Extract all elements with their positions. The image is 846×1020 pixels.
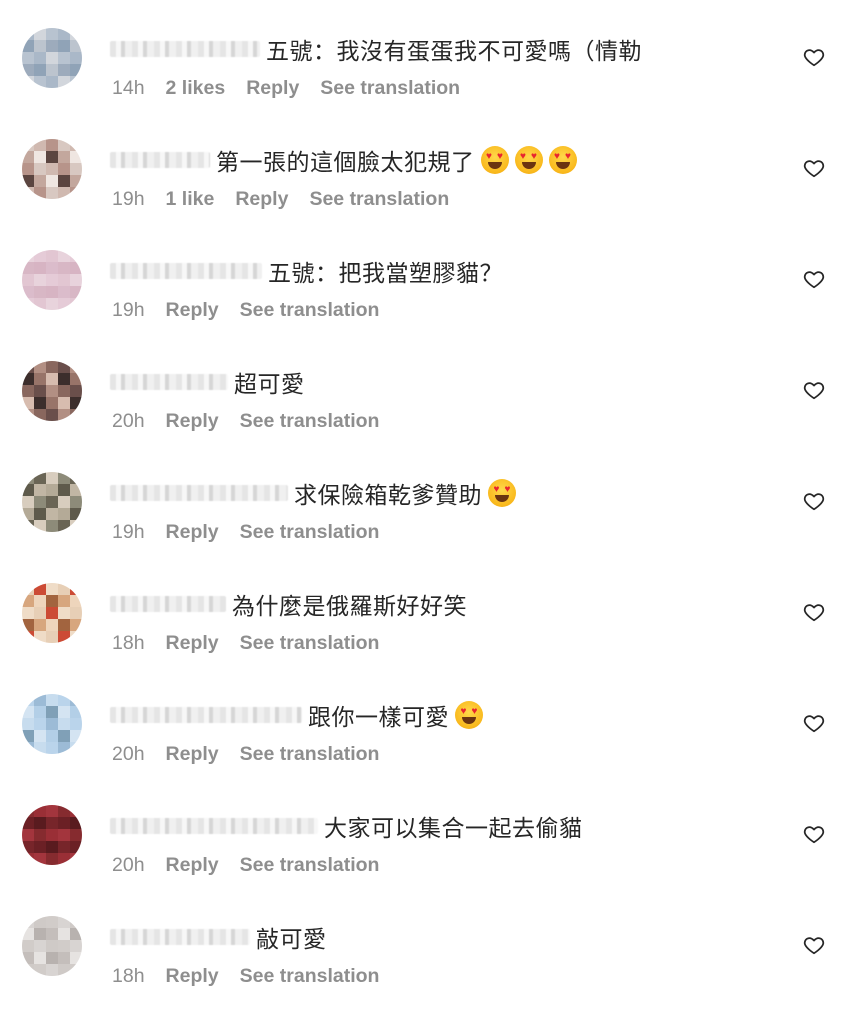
comment-text: 五號：把我當塑膠貓？ bbox=[268, 260, 503, 286]
comment-text: 跟你一樣可愛 bbox=[308, 704, 449, 730]
comment-item: 敲可愛 18h Reply See translation bbox=[0, 888, 846, 999]
heart-outline-icon[interactable] bbox=[803, 379, 825, 401]
comment-meta: 19h Reply See translation bbox=[112, 521, 379, 544]
comment-item: 第一張的這個臉太犯規了 ♥ ♥ ♥ ♥ ♥ ♥ 19h 1 like Reply See trans… bbox=[0, 111, 846, 222]
timestamp: 20h bbox=[112, 410, 145, 432]
comment-text: 大家可以集合一起去偷貓 bbox=[324, 815, 583, 841]
reply-button[interactable]: Reply bbox=[246, 77, 299, 100]
reply-button[interactable]: Reply bbox=[166, 854, 219, 877]
heart-outline-icon[interactable] bbox=[803, 490, 825, 512]
comment-item: 求保險箱乾爹贊助 ♥ ♥ 19h Reply See translation bbox=[0, 444, 846, 555]
see-translation-button[interactable]: See translation bbox=[320, 77, 460, 100]
likes-count-link[interactable]: 1 like bbox=[166, 188, 215, 211]
comment-body: 跟你一樣可愛 ♥ ♥ bbox=[110, 700, 483, 730]
heart-eyes-emoji-icon: ♥ ♥ bbox=[480, 146, 509, 174]
comment-item: 大家可以集合一起去偷貓 20h Reply See translation bbox=[0, 777, 846, 888]
see-translation-button[interactable]: See translation bbox=[240, 965, 380, 988]
avatar[interactable] bbox=[22, 583, 82, 643]
reply-button[interactable]: Reply bbox=[235, 188, 288, 211]
see-translation-button[interactable]: See translation bbox=[240, 854, 380, 877]
avatar[interactable] bbox=[22, 916, 82, 976]
heart-outline-icon[interactable] bbox=[803, 712, 825, 734]
timestamp: 18h bbox=[112, 632, 145, 654]
avatar[interactable] bbox=[22, 472, 82, 532]
heart-outline-icon[interactable] bbox=[803, 157, 825, 179]
comment-body: 為什麼是俄羅斯好好笑 bbox=[110, 589, 467, 619]
timestamp: 19h bbox=[112, 188, 145, 210]
heart-outline-icon[interactable] bbox=[803, 268, 825, 290]
comment-meta: 18h Reply See translation bbox=[112, 632, 379, 655]
likes-count-link[interactable]: 2 likes bbox=[166, 77, 226, 100]
see-translation-button[interactable]: See translation bbox=[240, 299, 380, 322]
comment-meta: 19h 1 like Reply See translation bbox=[112, 188, 449, 211]
heart-outline-icon[interactable] bbox=[803, 46, 825, 68]
reply-button[interactable]: Reply bbox=[166, 965, 219, 988]
heart-eyes-emoji-icon: ♥ ♥ bbox=[514, 146, 543, 174]
comment-body: 五號：把我當塑膠貓？ bbox=[110, 256, 503, 286]
comment-meta: 18h Reply See translation bbox=[112, 965, 379, 988]
avatar[interactable] bbox=[22, 250, 82, 310]
see-translation-button[interactable]: See translation bbox=[240, 521, 380, 544]
comment-meta: 20h Reply See translation bbox=[112, 743, 379, 766]
comment-text: 超可愛 bbox=[234, 371, 305, 397]
comment-item: 為什麼是俄羅斯好好笑 18h Reply See translation bbox=[0, 555, 846, 666]
comment-meta: 20h Reply See translation bbox=[112, 410, 379, 433]
username-redacted[interactable] bbox=[110, 929, 250, 945]
reply-button[interactable]: Reply bbox=[166, 521, 219, 544]
comment-body: 五號：我沒有蛋蛋我不可愛嗎（情勒 bbox=[110, 34, 642, 64]
comment-text: 求保險箱乾爹贊助 bbox=[294, 482, 482, 508]
comment-item: 五號：我沒有蛋蛋我不可愛嗎（情勒 14h 2 likes Reply See trans… bbox=[0, 0, 846, 111]
username-redacted[interactable] bbox=[110, 818, 318, 834]
comment-text: 敲可愛 bbox=[256, 926, 327, 952]
comment-body: 求保險箱乾爹贊助 ♥ ♥ bbox=[110, 478, 516, 508]
username-redacted[interactable] bbox=[110, 374, 228, 390]
username-redacted[interactable] bbox=[110, 485, 288, 501]
reply-button[interactable]: Reply bbox=[166, 632, 219, 655]
comment-body: 大家可以集合一起去偷貓 bbox=[110, 811, 583, 841]
timestamp: 18h bbox=[112, 965, 145, 987]
reply-button[interactable]: Reply bbox=[166, 743, 219, 766]
comment-meta: 20h Reply See translation bbox=[112, 854, 379, 877]
heart-outline-icon[interactable] bbox=[803, 934, 825, 956]
comment-item: 五號：把我當塑膠貓？ 19h Reply See translation bbox=[0, 222, 846, 333]
heart-outline-icon[interactable] bbox=[803, 601, 825, 623]
see-translation-button[interactable]: See translation bbox=[240, 632, 380, 655]
comment-text: 第一張的這個臉太犯規了 bbox=[216, 149, 475, 175]
see-translation-button[interactable]: See translation bbox=[240, 743, 380, 766]
timestamp: 14h bbox=[112, 77, 145, 99]
username-redacted[interactable] bbox=[110, 41, 260, 57]
comment-text: 五號：我沒有蛋蛋我不可愛嗎（情勒 bbox=[266, 38, 642, 64]
see-translation-button[interactable]: See translation bbox=[240, 410, 380, 433]
username-redacted[interactable] bbox=[110, 263, 262, 279]
avatar[interactable] bbox=[22, 361, 82, 421]
comment-body: 超可愛 bbox=[110, 367, 305, 397]
comment-meta: 19h Reply See translation bbox=[112, 299, 379, 322]
avatar[interactable] bbox=[22, 139, 82, 199]
reply-button[interactable]: Reply bbox=[166, 299, 219, 322]
heart-eyes-emoji-icon: ♥ ♥ bbox=[548, 146, 577, 174]
comment-body: 敲可愛 bbox=[110, 922, 327, 952]
username-redacted[interactable] bbox=[110, 596, 226, 612]
avatar[interactable] bbox=[22, 694, 82, 754]
avatar[interactable] bbox=[22, 28, 82, 88]
heart-outline-icon[interactable] bbox=[803, 823, 825, 845]
avatar[interactable] bbox=[22, 805, 82, 865]
username-redacted[interactable] bbox=[110, 152, 210, 168]
username-redacted[interactable] bbox=[110, 707, 302, 723]
comment-text: 為什麼是俄羅斯好好笑 bbox=[232, 593, 467, 619]
timestamp: 20h bbox=[112, 743, 145, 765]
comment-body: 第一張的這個臉太犯規了 ♥ ♥ ♥ ♥ ♥ ♥ bbox=[110, 145, 577, 175]
see-translation-button[interactable]: See translation bbox=[309, 188, 449, 211]
timestamp: 19h bbox=[112, 299, 145, 321]
timestamp: 19h bbox=[112, 521, 145, 543]
comment-item: 超可愛 20h Reply See translation bbox=[0, 333, 846, 444]
reply-button[interactable]: Reply bbox=[166, 410, 219, 433]
heart-eyes-emoji-icon: ♥ ♥ bbox=[488, 479, 516, 507]
heart-eyes-emoji-icon: ♥ ♥ bbox=[455, 701, 483, 729]
comment-item: 跟你一樣可愛 ♥ ♥ 20h Reply See translation bbox=[0, 666, 846, 777]
timestamp: 20h bbox=[112, 854, 145, 876]
comment-meta: 14h 2 likes Reply See translation bbox=[112, 77, 460, 100]
